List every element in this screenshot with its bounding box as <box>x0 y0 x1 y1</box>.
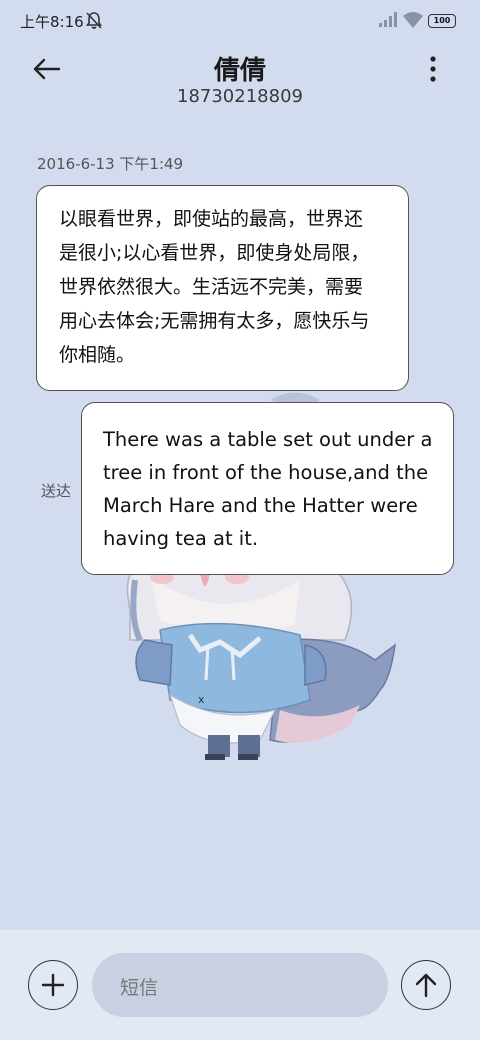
status-bar: 上午8:16 100 <box>0 0 480 42</box>
wifi-icon <box>403 12 423 28</box>
message-line: tree in front of the house,and the <box>103 461 429 484</box>
message-timestamp: 2016-6-13 下午1:49 <box>37 155 184 173</box>
send-button[interactable] <box>401 960 451 1010</box>
message-line: There was a table set out under a <box>103 428 433 451</box>
more-options-button[interactable] <box>418 52 448 86</box>
message-line: 用心去体会;无需拥有太多，愿快乐与 <box>59 310 370 332</box>
message-input-placeholder: 短信 <box>120 977 159 999</box>
more-vertical-icon <box>430 56 436 82</box>
message-line: 是很小;以心看世界，即使身处局限， <box>59 242 370 264</box>
send-arrow-icon <box>415 973 437 998</box>
add-attachment-button[interactable] <box>28 960 78 1010</box>
signal-icon <box>379 12 397 27</box>
delivery-status: 送达 <box>41 482 72 500</box>
message-bubble[interactable]: There was a table set out under a tree i… <box>81 402 454 575</box>
status-time: 上午8:16 <box>20 13 84 31</box>
message-bubble[interactable]: 以眼看世界，即使站的最高，世界还 是很小;以心看世界，即使身处局限， 世界依然很… <box>36 185 409 391</box>
contact-name: 倩倩 <box>213 56 266 86</box>
message-line: having tea at it. <box>103 527 259 550</box>
message-input[interactable]: 短信 <box>92 953 388 1017</box>
svg-text:x: x <box>198 693 205 706</box>
message-line: 世界依然很大。生活远不完美，需要 <box>59 276 364 298</box>
plus-icon <box>41 973 65 997</box>
message-line: 你相随。 <box>59 344 136 366</box>
mute-icon <box>85 12 103 29</box>
battery-icon: 100 <box>428 14 456 28</box>
contact-phone-number: 18730218809 <box>177 86 303 107</box>
message-line: 以眼看世界，即使站的最高，世界还 <box>59 208 364 230</box>
message-line: March Hare and the Hatter were <box>103 494 418 517</box>
